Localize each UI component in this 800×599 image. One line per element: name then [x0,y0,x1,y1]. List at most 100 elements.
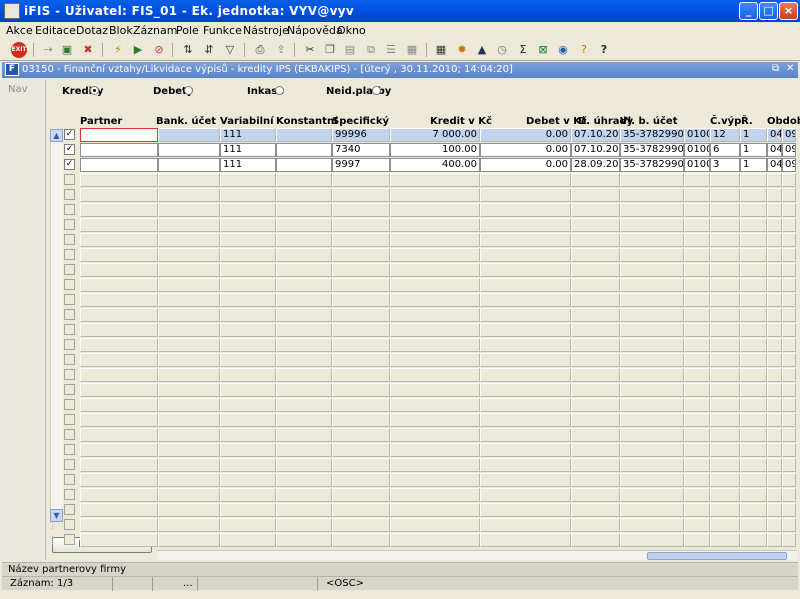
cell-obd2[interactable]: 09 [782,128,796,142]
sort-descending-icon[interactable]: ⇵ [201,42,217,58]
cell-r[interactable] [740,353,767,367]
cell-kredit[interactable] [390,218,480,232]
cell-datum[interactable] [571,443,620,457]
cell-kod[interactable] [684,323,710,337]
cell-spec[interactable] [332,173,390,187]
cell-obd2[interactable] [782,203,796,217]
row-checkbox[interactable] [64,279,75,290]
cell-datum[interactable] [571,203,620,217]
cell-kod[interactable] [684,338,710,352]
cell-r[interactable] [740,428,767,442]
cell-vlucet[interactable] [620,383,684,397]
cell-bank[interactable] [158,413,220,427]
column-header[interactable]: Ř. [741,116,753,127]
cell-bank[interactable] [158,488,220,502]
copy-icon[interactable]: ❐ [322,42,338,58]
cell-obd2[interactable] [782,443,796,457]
cell-spec[interactable] [332,473,390,487]
list-icon[interactable]: ☰ [383,42,399,58]
cell-bank[interactable] [158,128,220,142]
cell-kredit[interactable] [390,338,480,352]
row-checkbox[interactable] [64,504,75,515]
cell-obd1[interactable] [767,518,782,532]
cell-obd2[interactable] [782,383,796,397]
cell-datum[interactable] [571,368,620,382]
column-header[interactable]: Bank. účet [156,116,216,127]
cell-partner[interactable] [80,233,158,247]
cell-vlucet[interactable] [620,533,684,547]
sum-icon[interactable]: Σ [515,42,531,58]
cell-obd1[interactable] [767,203,782,217]
cell-vlucet[interactable] [620,308,684,322]
cell-datum[interactable]: 28.09.2010 [571,158,620,172]
cell-partner[interactable] [80,308,158,322]
cell-obd2[interactable] [782,413,796,427]
cell-debet[interactable] [480,278,571,292]
cell-debet[interactable]: 0.00 [480,143,571,157]
cell-konst[interactable] [276,263,332,277]
cell-obd2[interactable]: 09 [782,158,796,172]
cell-vlucet[interactable] [620,248,684,262]
cell-var[interactable] [220,398,276,412]
cell-var[interactable] [220,308,276,322]
cell-partner[interactable] [80,293,158,307]
cell-cvyp[interactable] [710,398,740,412]
cell-vlucet[interactable] [620,233,684,247]
cell-kod[interactable] [684,503,710,517]
cell-kod[interactable] [684,428,710,442]
cell-var[interactable] [220,248,276,262]
cell-var[interactable] [220,263,276,277]
cell-konst[interactable] [276,398,332,412]
cell-cvyp[interactable] [710,233,740,247]
filter-debety-radio[interactable] [184,86,193,95]
duplicate-icon[interactable]: ⧉ [363,42,379,58]
cell-obd1[interactable] [767,293,782,307]
cell-r[interactable] [740,263,767,277]
cell-var[interactable] [220,278,276,292]
cell-partner[interactable] [80,263,158,277]
cell-var[interactable] [220,188,276,202]
cell-r[interactable] [740,383,767,397]
cell-obd2[interactable] [782,218,796,232]
cell-kredit[interactable] [390,188,480,202]
cell-bank[interactable] [158,278,220,292]
cell-vlucet[interactable] [620,413,684,427]
row-checkbox[interactable] [64,444,75,455]
cell-obd1[interactable]: 04 [767,143,782,157]
scroll-down-icon[interactable]: ▼ [50,509,63,522]
cell-datum[interactable] [571,503,620,517]
cell-r[interactable] [740,248,767,262]
cell-obd1[interactable] [767,173,782,187]
cell-konst[interactable] [276,353,332,367]
cell-konst[interactable] [276,338,332,352]
cell-cvyp[interactable] [710,518,740,532]
row-checkbox[interactable] [64,249,75,260]
cell-kod[interactable] [684,413,710,427]
row-checkbox[interactable] [64,324,75,335]
cell-bank[interactable] [158,383,220,397]
cell-bank[interactable] [158,188,220,202]
cell-bank[interactable] [158,368,220,382]
cell-bank[interactable] [158,503,220,517]
row-checkbox[interactable] [64,399,75,410]
cell-var[interactable] [220,488,276,502]
menu-okno[interactable]: Okno [337,24,366,37]
cell-obd2[interactable] [782,488,796,502]
cell-kredit[interactable] [390,323,480,337]
cell-bank[interactable] [158,263,220,277]
cell-vlucet[interactable]: 35-3782990697 [620,128,684,142]
cell-obd1[interactable] [767,338,782,352]
cell-vlucet[interactable] [620,518,684,532]
cell-datum[interactable] [571,308,620,322]
cell-kredit[interactable] [390,248,480,262]
cell-debet[interactable] [480,248,571,262]
cell-datum[interactable] [571,263,620,277]
cell-bank[interactable] [158,443,220,457]
cell-bank[interactable] [158,518,220,532]
cell-cvyp[interactable] [710,203,740,217]
cell-kod[interactable] [684,218,710,232]
cell-obd2[interactable] [782,353,796,367]
web-icon[interactable]: ◉ [555,42,571,58]
cell-konst[interactable] [276,518,332,532]
cell-kod[interactable] [684,278,710,292]
